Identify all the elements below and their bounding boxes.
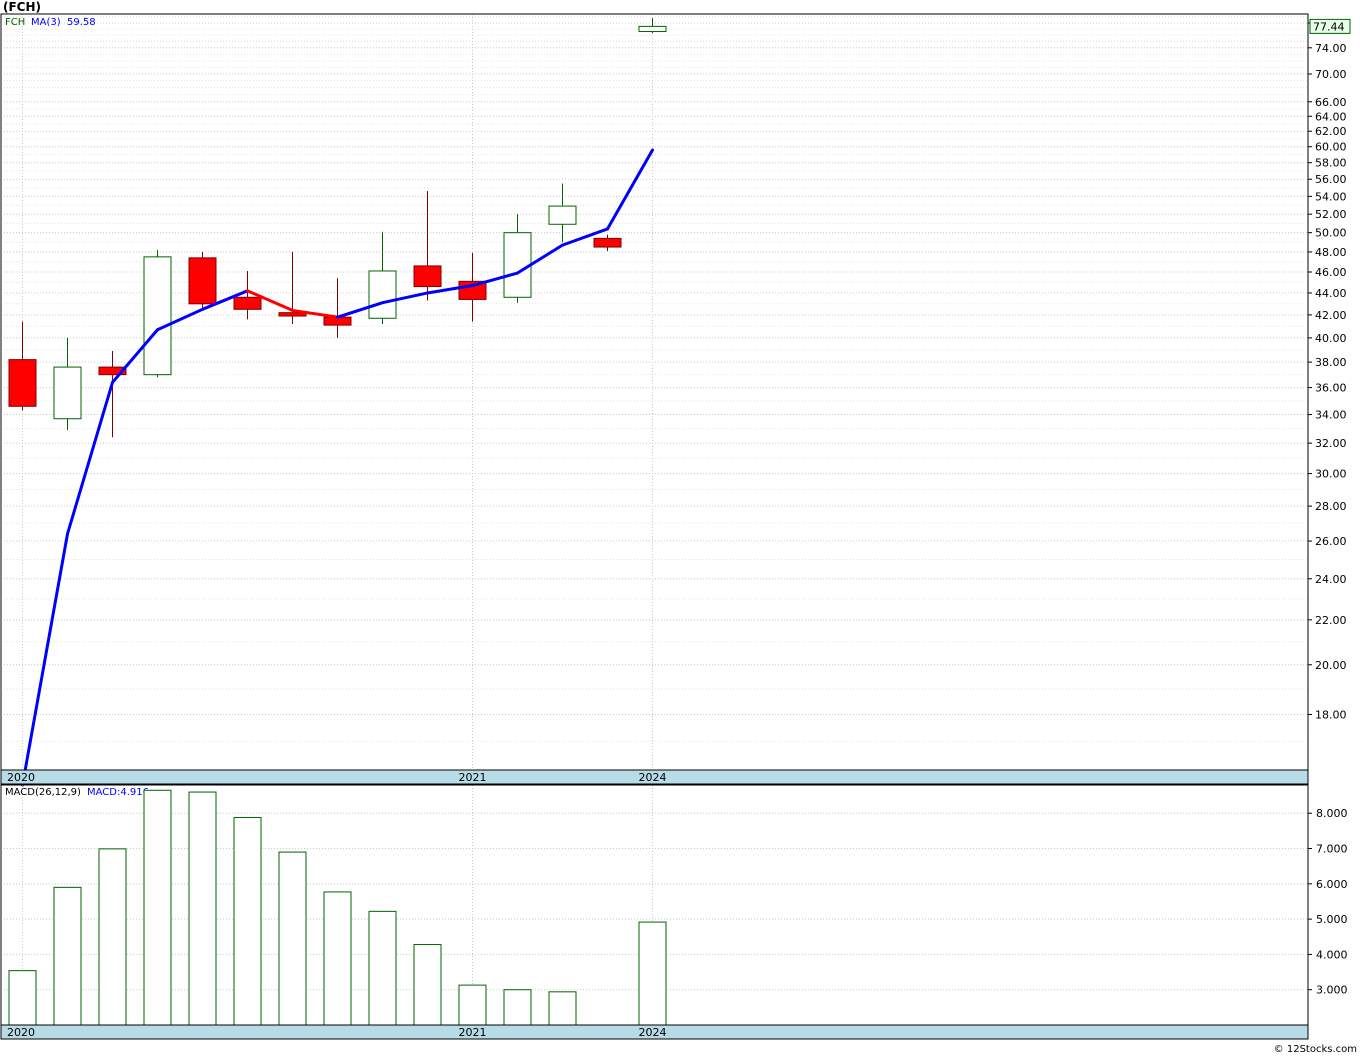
- macd-bar: [278, 851, 307, 1026]
- date-label: 2020: [7, 771, 35, 784]
- macd-bar: [638, 921, 667, 1026]
- candle: [188, 251, 217, 309]
- candle-body: [8, 359, 37, 407]
- y-tick-label: 30.00: [1315, 468, 1347, 481]
- macd-date-label: 2020: [7, 1026, 35, 1039]
- candle-body: [368, 270, 397, 319]
- y-tick-label: 36.00: [1315, 382, 1347, 395]
- y-tick-label: 42.00: [1315, 309, 1347, 322]
- y-tick-label: 54.00: [1315, 190, 1347, 203]
- macd-bar: [413, 944, 442, 1026]
- macd-bar: [98, 848, 127, 1026]
- y-tick-label: 40.00: [1315, 332, 1347, 345]
- y-tick-label: 34.00: [1315, 409, 1347, 422]
- candle: [593, 234, 622, 251]
- y-tick-label: 52.00: [1315, 208, 1347, 221]
- macd-date-label: 2024: [639, 1026, 667, 1039]
- y-tick-label: 56.00: [1315, 173, 1347, 186]
- candle: [638, 18, 667, 34]
- candle-body: [53, 366, 82, 420]
- chart-canvas: 18.00 20.00 22.00 24.00 26.00 28.00 30.00 32.00…: [0, 13, 1351, 1040]
- macd-panel: 3.000 4.000 5.000 6.000 7.000 8.000 MACD(26,12…: [0, 784, 1348, 1040]
- y-tick-label: 28.00: [1315, 500, 1347, 513]
- y-tick-label: 46.00: [1315, 266, 1347, 279]
- y-tick-label: 74.00: [1315, 42, 1347, 55]
- candle: [548, 183, 577, 243]
- legend-ma-value: 59.58: [67, 17, 96, 28]
- legend-ma-label: MA(3): [31, 17, 61, 28]
- y-tick-label: 32.00: [1315, 437, 1347, 450]
- y-tick-label: 50.00: [1315, 227, 1347, 240]
- macd-tick-label: 3.000: [1316, 984, 1348, 997]
- ma-segment: [21, 532, 69, 787]
- candle: [323, 278, 352, 338]
- candle-body: [638, 25, 667, 33]
- macd-bar: [368, 910, 397, 1026]
- copyright: © 12Stocks.com: [1273, 1044, 1357, 1055]
- macd-tick-label: 5.000: [1316, 913, 1348, 926]
- candle-body: [593, 237, 622, 248]
- y-tick-label: 58.00: [1315, 157, 1347, 170]
- price-panel: 18.00 20.00 22.00 24.00 26.00 28.00 30.00 32.00…: [0, 13, 1351, 787]
- candle: [413, 191, 442, 301]
- candle: [98, 351, 127, 438]
- candle: [368, 231, 397, 324]
- candle: [53, 337, 82, 431]
- macd-bar: [458, 984, 487, 1026]
- y-tick-label: 62.00: [1315, 125, 1347, 138]
- macd-bar: [233, 816, 262, 1026]
- macd-tick-label: 8.000: [1316, 807, 1348, 820]
- y-tick-label: 48.00: [1315, 246, 1347, 259]
- macd-bar: [503, 989, 532, 1026]
- y-tick-label: 66.00: [1315, 96, 1347, 109]
- candle-body: [548, 205, 577, 225]
- y-tick-label: 64.00: [1315, 110, 1347, 123]
- candle: [503, 214, 532, 303]
- last-price-label: 77.44: [1313, 20, 1345, 33]
- y-tick-label: 38.00: [1315, 356, 1347, 369]
- y-tick-label: 70.00: [1315, 68, 1347, 81]
- date-label: 2024: [639, 771, 667, 784]
- date-label: 2021: [459, 771, 487, 784]
- macd-date-label: 2021: [459, 1026, 487, 1039]
- y-tick-label: 18.00: [1315, 708, 1347, 721]
- macd-bar: [8, 970, 37, 1026]
- y-tick-label: 24.00: [1315, 573, 1347, 586]
- macd-bar: [188, 791, 217, 1026]
- macd-tick-label: 6.000: [1316, 878, 1348, 891]
- macd-legend-label: MACD(26,12,9): [5, 787, 81, 798]
- ma-segment: [606, 148, 654, 231]
- candle: [143, 249, 172, 378]
- candle-body: [233, 296, 262, 310]
- y-tick-label: 26.00: [1315, 535, 1347, 548]
- y-tick-label: 20.00: [1315, 659, 1347, 672]
- y-tick-label: 22.00: [1315, 614, 1347, 627]
- macd-tick-label: 7.000: [1316, 843, 1348, 856]
- y-tick-label: 60.00: [1315, 141, 1347, 154]
- candle-body: [503, 232, 532, 298]
- macd-tick-label: 4.000: [1316, 948, 1348, 961]
- macd-legend-value: MACD:4.916: [87, 787, 149, 798]
- candle-body: [188, 257, 217, 305]
- y-tick-label: 44.00: [1315, 287, 1347, 300]
- macd-bar: [323, 891, 352, 1026]
- macd-bar: [53, 886, 82, 1026]
- price-panel-frame: [0, 13, 1309, 771]
- legend-symbol: FCH: [5, 17, 25, 28]
- candle-body: [143, 256, 172, 376]
- candle-body: [413, 265, 442, 288]
- candle: [8, 321, 37, 411]
- macd-bar: [143, 789, 172, 1026]
- macd-bar: [548, 991, 577, 1026]
